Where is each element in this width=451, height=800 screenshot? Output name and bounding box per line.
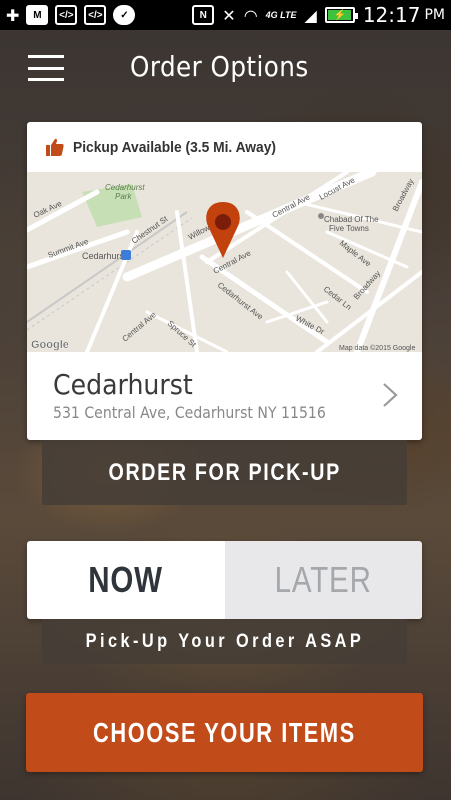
mute-icon: ✕	[222, 5, 236, 25]
now-option[interactable]: NOW	[27, 541, 225, 619]
store-map[interactable]: Oak Ave Summit Ave Cedarhurst Park Cedar…	[27, 172, 422, 352]
order-for-pickup-button[interactable]: ORDER FOR PICK-UP	[42, 440, 407, 505]
now-label: NOW	[88, 559, 164, 600]
location-card: Pickup Available (3.5 Mi. Away) Oak Ave …	[27, 122, 422, 440]
svg-text:Park: Park	[115, 192, 132, 201]
notification-icons: ✚ M </> </> ✓	[6, 5, 136, 25]
battery-icon: ⚡	[324, 7, 358, 23]
svg-text:Chabad Of The: Chabad Of The	[324, 215, 379, 224]
svg-text:Cedar Ln: Cedar Ln	[322, 284, 353, 311]
asap-note: Pick-Up Your Order ASAP	[42, 619, 407, 664]
pickup-availability: Pickup Available (3.5 Mi. Away)	[73, 138, 276, 156]
code-icon: </>	[55, 5, 78, 25]
wifi-icon: ◠	[243, 5, 258, 25]
store-name: Cedarhurst	[53, 368, 193, 401]
svg-text:Cedarhurst: Cedarhurst	[105, 183, 145, 192]
signal-icon: ◢	[304, 5, 317, 25]
asap-label: Pick-Up Your Order ASAP	[85, 630, 364, 652]
order-time-toggle: NOW LATER	[27, 541, 422, 619]
hamburger-menu-icon[interactable]	[28, 55, 64, 81]
svg-text:Central Ave: Central Ave	[271, 192, 312, 220]
add-icon: ✚	[6, 5, 20, 25]
choose-items-button[interactable]: CHOOSE YOUR ITEMS	[26, 693, 423, 772]
system-icons: N ✕ ◠ 4G LTE ◢ ⚡ 12:17 PM	[192, 3, 445, 27]
svg-text:Cedarhurst Ave: Cedarhurst Ave	[216, 280, 265, 321]
thumbs-up-icon	[46, 138, 64, 156]
check-icon: ✓	[113, 5, 136, 25]
page-title: Order Options	[130, 50, 309, 83]
chevron-right-icon[interactable]	[382, 382, 398, 408]
code-icon: </>	[84, 5, 107, 25]
status-bar: ✚ M </> </> ✓ N ✕ ◠ 4G LTE ◢ ⚡ 12:17 PM	[0, 0, 451, 30]
svg-text:Chestnut St: Chestnut St	[130, 214, 170, 246]
gmail-icon: M	[26, 5, 49, 25]
svg-text:Cedarhurst: Cedarhurst	[82, 251, 127, 261]
choose-items-label: CHOOSE YOUR ITEMS	[93, 716, 356, 748]
clock-time: 12:17	[362, 3, 421, 27]
charging-icon: ⚡	[333, 9, 347, 21]
later-option[interactable]: LATER	[224, 541, 422, 619]
store-address: 531 Central Ave, Cedarhurst NY 11516	[53, 403, 326, 422]
svg-text:Map data ©2015 Google: Map data ©2015 Google	[339, 344, 415, 352]
network-type: 4G LTE	[265, 9, 297, 20]
svg-text:Google: Google	[31, 339, 69, 351]
nfc-icon: N	[192, 5, 215, 25]
svg-text:Central Ave: Central Ave	[212, 248, 253, 276]
later-label: LATER	[274, 559, 372, 600]
store-info[interactable]: Cedarhurst 531 Central Ave, Cedarhurst N…	[27, 352, 422, 440]
svg-text:Five Towns: Five Towns	[329, 224, 369, 233]
clock-ampm: PM	[424, 7, 445, 23]
order-for-pickup-label: ORDER FOR PICK-UP	[108, 458, 341, 486]
svg-text:Central Ave: Central Ave	[121, 310, 159, 344]
app-header: Order Options	[0, 30, 451, 110]
pickup-banner: Pickup Available (3.5 Mi. Away)	[27, 122, 422, 172]
